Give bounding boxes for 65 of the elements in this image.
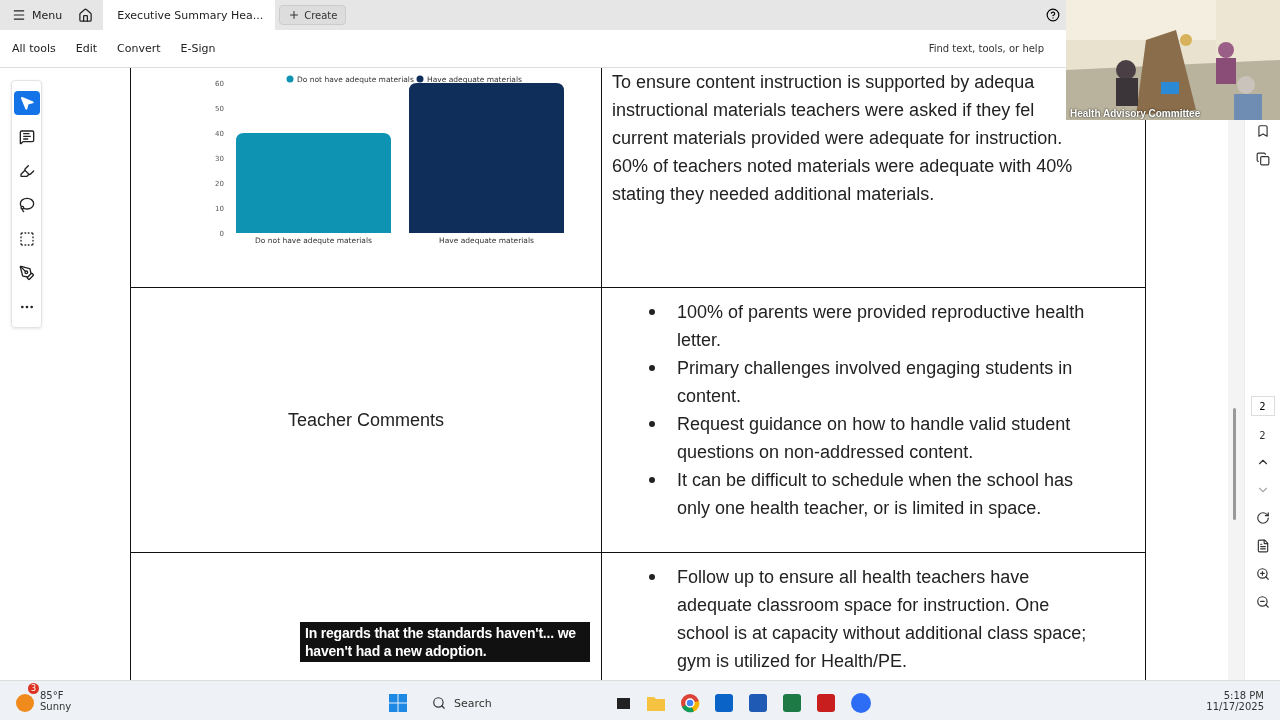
page-icon	[1255, 539, 1270, 553]
video-caption: Health Advisory Committee	[1070, 108, 1201, 119]
zoom-out-icon	[1255, 595, 1270, 609]
search-icon	[432, 696, 446, 710]
bullet-dot	[649, 365, 655, 371]
find-button[interactable]: Find text, tools, or help	[922, 42, 1050, 55]
weather-condition: Sunny	[40, 700, 72, 712]
bullet-text: Request guidance on how to handle valid student questions on non-addressed content.	[677, 413, 1072, 464]
toolbar-menu[interactable]: All tools	[12, 38, 62, 59]
bullet-text: 100% of parents were provided reproductive health letter.	[677, 301, 1086, 352]
bookmark-button[interactable]	[1255, 124, 1270, 138]
paragraph-line: To ensure content instruction is supported by adequa	[612, 71, 1036, 94]
plus-icon	[288, 9, 301, 21]
rotate-icon	[1255, 511, 1270, 525]
paragraph-line: stating they needed additional materials.	[612, 183, 936, 206]
page-total: 2	[1259, 430, 1266, 441]
zoom-in-icon	[1255, 567, 1270, 581]
temperature: 85°F	[40, 689, 65, 701]
toolbar-menu[interactable]: E-Sign	[180, 38, 222, 59]
pdf-app-icon[interactable]	[816, 693, 836, 713]
notification-badge: 3	[28, 682, 39, 694]
lasso-icon	[18, 197, 35, 213]
comment-icon	[18, 129, 35, 145]
rotate-button[interactable]	[1255, 511, 1270, 525]
document-tab[interactable]: Executive Summary Hea...	[103, 0, 276, 30]
clock-date: 11/17/2025	[1206, 700, 1264, 712]
taskbar-search[interactable]: Search	[422, 689, 602, 717]
copy-button[interactable]	[1255, 152, 1270, 166]
create-button[interactable]: Create	[279, 5, 347, 25]
scroll-thumb[interactable]	[1233, 408, 1236, 520]
help-icon[interactable]	[1046, 8, 1060, 22]
toolbar-menu[interactable]: Convert	[117, 38, 167, 59]
zoom-in-button[interactable]	[1255, 567, 1270, 581]
highlighter-icon	[18, 163, 35, 179]
bullet-dot	[649, 574, 655, 580]
video-app-icon[interactable]	[850, 692, 872, 714]
subtitle-caption: In regards that the standards haven't... we haven't had a new adoption.	[300, 622, 590, 662]
page-number-field[interactable]: 2	[1250, 396, 1275, 416]
mail-app-icon[interactable]	[714, 693, 734, 713]
bullet-dot	[649, 477, 655, 483]
pointer-icon	[18, 95, 35, 111]
zoom-out-button[interactable]	[1255, 595, 1270, 609]
spreadsheet-app-icon[interactable]	[782, 693, 802, 713]
menu-button[interactable]: Menu	[6, 4, 69, 26]
task-view-icon[interactable]	[616, 695, 632, 711]
paragraph-line: current materials provided were adequate for instruction.	[612, 127, 1064, 150]
start-icon[interactable]	[388, 693, 408, 713]
row-label: Teacher Comments	[287, 409, 445, 431]
bullet-text: It can be difficult to schedule when the school has only one health teacher, or is limited in space.	[677, 469, 1074, 520]
document-app-icon[interactable]	[748, 693, 768, 713]
toolbar-menu[interactable]: Edit	[75, 38, 103, 59]
menu-icon	[12, 8, 26, 22]
page-fit-button[interactable]	[1255, 539, 1270, 553]
bookmark-icon	[1255, 124, 1270, 138]
bullet-text: Primary challenges involved engaging students in content.	[677, 357, 1074, 408]
pen-icon	[18, 265, 35, 281]
copy-icon	[1255, 152, 1270, 166]
bullet-dot	[649, 309, 655, 315]
home-icon	[78, 7, 94, 23]
text-box-icon	[18, 231, 35, 247]
bullet-text: Follow up to ensure all health teachers have adequate classroom space for instruction. One school is at capacity without additional class space; gym is utilized for Health/PE.	[677, 566, 1088, 673]
bullet-dot	[649, 421, 655, 427]
clock-time: 5:18 PM	[1223, 689, 1264, 701]
paragraph-line: 60% of teachers noted materials were adequate with 40%	[612, 155, 1073, 178]
browser-icon[interactable]	[680, 693, 700, 713]
